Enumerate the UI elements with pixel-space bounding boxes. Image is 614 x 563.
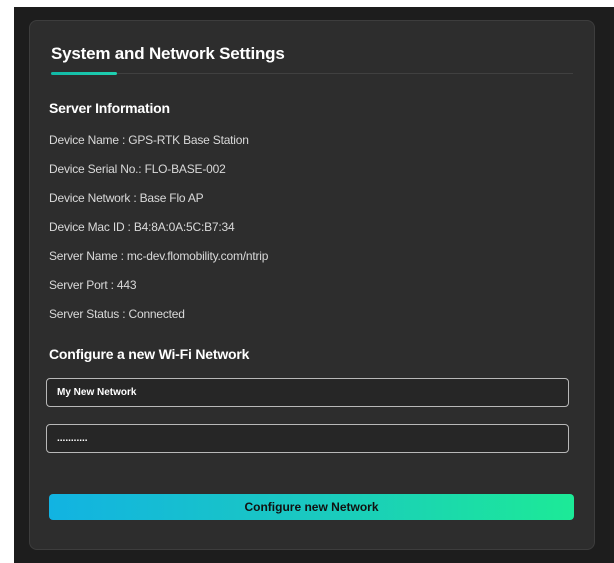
server-info-list: Device Name : GPS-RTK Base Station Devic…	[49, 133, 268, 336]
wifi-config-heading: Configure a new Wi-Fi Network	[49, 346, 250, 362]
info-device-mac: Device Mac ID : B4:8A:0A:5C:B7:34	[49, 220, 235, 234]
info-device-network: Device Network : Base Flo AP	[49, 191, 204, 205]
configure-network-button[interactable]: Configure new Network	[49, 494, 574, 520]
title-divider	[51, 73, 573, 74]
info-server-status: Server Status : Connected	[49, 307, 185, 321]
info-device-serial: Device Serial No.: FLO-BASE-002	[49, 162, 226, 176]
info-server-name: Server Name : mc-dev.flomobility.com/ntr…	[49, 249, 269, 263]
card-title: System and Network Settings	[51, 44, 285, 63]
server-info-heading: Server Information	[49, 100, 170, 116]
network-name-input[interactable]	[46, 378, 569, 407]
info-server-port: Server Port : 443	[49, 278, 137, 292]
network-password-input[interactable]	[46, 424, 569, 453]
title-accent-underline	[51, 72, 117, 75]
info-device-name: Device Name : GPS-RTK Base Station	[49, 133, 249, 147]
settings-card: System and Network Settings Server Infor…	[29, 20, 595, 550]
